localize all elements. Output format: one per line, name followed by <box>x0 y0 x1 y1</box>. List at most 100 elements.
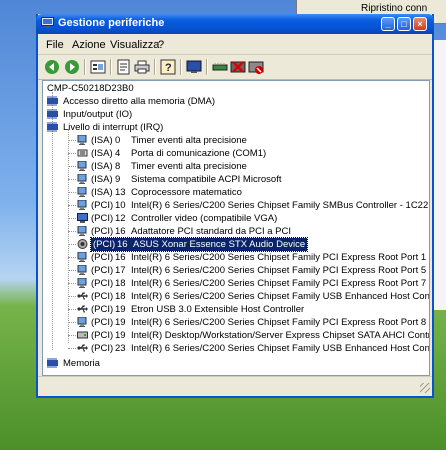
port-device-icon <box>77 149 88 157</box>
resize-grip[interactable] <box>420 383 430 393</box>
irq-item-label: (PCI) 18 Intel(R) 6 Series/C200 Series Chi… <box>91 277 430 290</box>
irq-item[interactable]: (ISA) 9 Sistema compatibile ACPI Microsoft <box>43 173 423 186</box>
view-icon[interactable] <box>90 59 106 75</box>
tree-category-io[interactable]: Input/output (IO) <box>43 108 423 121</box>
irq-item[interactable]: (PCI) 19 Intel(R) Desktop/Workstation/Serv… <box>43 329 429 342</box>
irq-device-name: Intel(R) 6 Series/C200 Series Chipset Fa… <box>131 317 430 328</box>
tree-category-memoria[interactable]: Memoria <box>43 357 423 370</box>
irq-number: 16 <box>115 252 126 263</box>
irq-item[interactable]: (ISA) 8 Timer eventi alta precisione <box>43 160 423 173</box>
print-icon[interactable] <box>134 59 150 75</box>
title-bar[interactable]: Gestione periferiche _ □ × <box>36 14 434 34</box>
irq-bus: (ISA) <box>91 161 113 172</box>
tree-category-dma[interactable]: Accesso diretto alla memoria (DMA) <box>43 95 423 108</box>
update-driver-icon[interactable] <box>212 59 228 75</box>
category-label: Input/output (IO) <box>63 109 133 120</box>
irq-item-label: (PCI) 16 ASUS Xonar Essence STX Audio Devi… <box>89 237 309 252</box>
irq-item[interactable]: (ISA) 4 Porta di comunicazione (COM1) <box>43 147 423 160</box>
menu-azione[interactable]: Azione <box>72 39 106 51</box>
irq-item-label: (ISA) 4 Porta di comunicazione (COM1) <box>91 147 266 160</box>
irq-item-label: (ISA) 9 Sistema compatibile ACPI Microsoft <box>91 173 281 186</box>
system-device-icon <box>77 200 87 210</box>
irq-item[interactable]: (PCI) 10 Intel(R) 6 Series/C200 Series Chi… <box>43 199 428 212</box>
irq-item[interactable]: (ISA) 13 Coprocessore matematico <box>43 186 423 199</box>
svg-text:?: ? <box>165 62 172 74</box>
tree-root-computer[interactable]: CMP-C50218D23B0 <box>43 82 423 95</box>
back-icon[interactable] <box>44 59 60 75</box>
usb-device-icon <box>77 292 88 300</box>
status-bar <box>38 376 432 395</box>
irq-number: 16 <box>117 239 128 250</box>
system-device-icon <box>77 187 87 197</box>
irq-number: 0 <box>115 135 121 146</box>
tree-category-irq[interactable]: Livello di interrupt (IRQ) <box>43 121 423 134</box>
irq-item[interactable]: (PCI) 18 Intel(R) 6 Series/C200 Series Chi… <box>43 277 429 290</box>
irq-item-selected[interactable]: (PCI) 16 ASUS Xonar Essence STX Audio Devi… <box>43 237 423 252</box>
irq-bus: (ISA) <box>91 135 113 146</box>
irq-number: 9 <box>115 174 121 185</box>
irq-device-name: Controller video (compatibile VGA) <box>131 213 278 224</box>
irq-item-label: (ISA) 13 Coprocessore matematico <box>91 186 242 199</box>
properties-icon[interactable] <box>116 59 132 75</box>
irq-item[interactable]: (PCI) 16 Adattatore PCI standard da PCI a … <box>43 225 423 238</box>
irq-item-label: (PCI) 16 Intel(R) 6 Series/C200 Series Chi… <box>91 251 430 264</box>
device-manager-icon <box>41 17 54 28</box>
irq-device-name: ASUS Xonar Essence STX Audio Device <box>133 239 306 250</box>
irq-bus: (PCI) <box>91 226 114 237</box>
disable-icon[interactable] <box>248 59 264 75</box>
menu-visualizza[interactable]: Visualizza <box>110 39 159 51</box>
irq-item[interactable]: (PCI) 18 Intel(R) 6 Series/C200 Series Chi… <box>43 290 429 303</box>
irq-device-name: Etron USB 3.0 Extensible Host Controller <box>131 304 305 315</box>
irq-item[interactable]: (PCI) 23 Intel(R) 6 Series/C200 Series Chi… <box>43 342 429 355</box>
irq-number: 18 <box>115 278 126 289</box>
irq-device-name: Adattatore PCI standard da PCI a PCI <box>131 226 292 237</box>
memory-chip-icon <box>47 109 58 119</box>
irq-bus: (ISA) <box>91 174 113 185</box>
device-tree[interactable]: CMP-C50218D23B0 Accesso diretto alla mem… <box>42 80 430 376</box>
system-device-icon <box>77 161 87 171</box>
irq-bus: (PCI) <box>91 330 114 341</box>
maximize-button[interactable]: □ <box>397 17 411 31</box>
irq-device-name: Intel(R) 6 Series/C200 Series Chipset Fa… <box>131 343 430 354</box>
irq-number: 13 <box>115 187 126 198</box>
window-title: Gestione periferiche <box>58 17 165 29</box>
usb-device-icon <box>77 305 88 313</box>
irq-number: 4 <box>115 148 121 159</box>
background-window-text: Ripristino conn <box>361 3 428 14</box>
system-device-icon <box>77 252 87 262</box>
irq-device-name: Intel(R) 6 Series/C200 Series Chipset Fa… <box>131 252 430 263</box>
memory-chip-icon <box>47 122 58 132</box>
irq-item[interactable]: (PCI) 16 Intel(R) 6 Series/C200 Series Chi… <box>43 251 429 264</box>
uninstall-icon[interactable] <box>230 59 246 75</box>
system-device-icon <box>77 135 87 145</box>
system-device-icon <box>77 317 87 327</box>
toolbar: ? <box>38 55 432 80</box>
irq-bus: (PCI) <box>91 343 114 354</box>
menu-file[interactable]: File <box>46 39 64 51</box>
irq-item-label: (PCI) 10 Intel(R) 6 Series/C200 Series Chi… <box>91 199 428 212</box>
irq-item[interactable]: (PCI) 19 Intel(R) 6 Series/C200 Series Chi… <box>43 316 429 329</box>
system-device-icon <box>77 226 87 236</box>
irq-device-name: Porta di comunicazione (COM1) <box>131 148 267 159</box>
help-icon[interactable]: ? <box>160 59 176 75</box>
usb-device-icon <box>77 344 88 352</box>
menu-help[interactable]: ? <box>158 39 164 51</box>
irq-item-label: (ISA) 8 Timer eventi alta precisione <box>91 160 247 173</box>
device-manager-window: Gestione periferiche _ □ × File Azione V… <box>36 14 434 398</box>
forward-icon[interactable] <box>64 59 80 75</box>
irq-number: 16 <box>115 226 126 237</box>
irq-bus: (PCI) <box>91 317 114 328</box>
irq-device-name: Intel(R) 6 Series/C200 Series Chipset Fa… <box>131 278 430 289</box>
disk-device-icon <box>77 331 88 339</box>
minimize-button[interactable]: _ <box>381 17 395 31</box>
irq-number: 19 <box>115 330 126 341</box>
scan-hardware-icon[interactable] <box>186 59 202 75</box>
irq-device-name: Coprocessore matematico <box>131 187 242 198</box>
irq-item[interactable]: (PCI) 12 Controller video (compatibile VGA… <box>43 212 423 225</box>
irq-number: 17 <box>115 265 126 276</box>
close-button[interactable]: × <box>413 17 427 31</box>
irq-item[interactable]: (ISA) 0 Timer eventi alta precisione <box>43 134 423 147</box>
irq-item[interactable]: (PCI) 17 Intel(R) 6 Series/C200 Series Chi… <box>43 264 429 277</box>
irq-item[interactable]: (PCI) 19 Etron USB 3.0 Extensible Host Con… <box>43 303 423 316</box>
irq-device-name: Timer eventi alta precisione <box>131 135 247 146</box>
